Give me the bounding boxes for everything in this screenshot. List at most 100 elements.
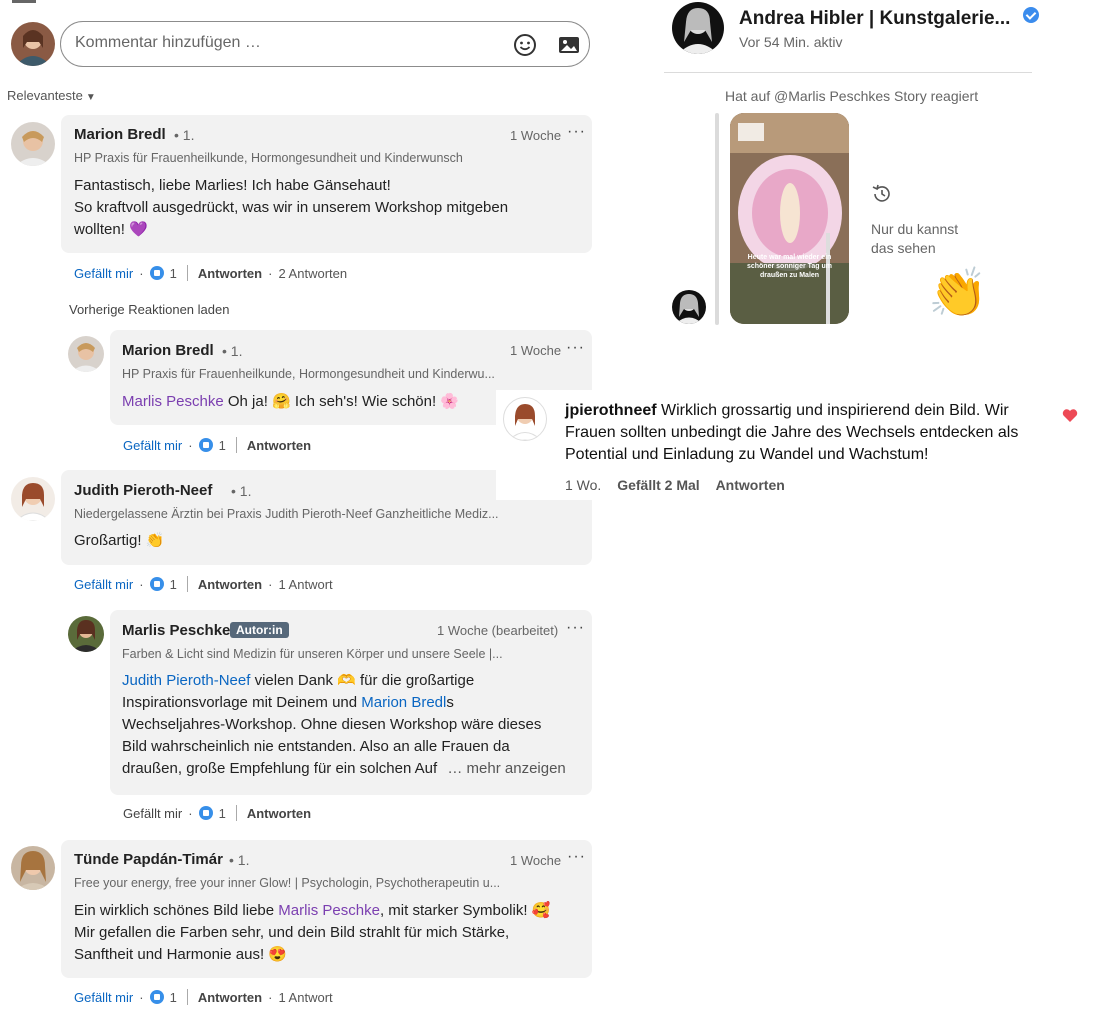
reply-card: Marlis Peschke Autor:in 1 Woche (bearbei… [110,610,592,795]
like-reaction-icon [198,438,213,452]
profile-photo-icon [15,131,51,166]
divider [235,805,237,821]
profile-photo-icon [71,343,101,372]
like-count[interactable]: 1 [170,577,177,592]
comment-time: 1 Woche (bearbeitet) [437,623,559,638]
more-options-icon[interactable]: ··· [567,848,586,866]
story-image [730,113,849,324]
reply-button[interactable]: Antworten [198,577,262,592]
commenter-name[interactable]: Marion Bredl [122,342,214,359]
mention-link[interactable]: Marion Bredl [361,694,446,711]
commenter-name[interactable]: Marion Bredl [74,126,166,143]
comment-input[interactable] [73,33,497,53]
chat-header: Andrea Hibler | Kunstgalerie... [739,7,1039,30]
comment-card: Tünde Papdán-Timár • 1. 1 Woche ··· Free… [61,840,592,978]
comment-text: Ein wirklich schönes Bild liebe Marlis P… [74,902,551,963]
comment-time: 1 Woche [510,343,562,358]
reply-button[interactable]: Antworten [247,438,311,453]
divider [235,437,237,453]
author-badge: Autor:in [230,622,289,638]
more-options-icon[interactable]: ··· [567,123,586,141]
history-icon [870,182,894,211]
like-button[interactable]: Gefällt mir [74,577,133,592]
ig-username[interactable]: jpierothneef [565,402,657,419]
profile-photo-icon [675,294,703,324]
mention-link[interactable]: Marlis Peschke [278,902,380,919]
commenter-name[interactable]: Judith Pieroth-Neef [74,482,212,499]
like-reaction-icon [149,577,164,591]
comment-text: Marlis Peschke Oh ja! 🤗 Ich seh's! Wie s… [122,393,460,410]
replies-count[interactable]: 1 Antwort [278,990,332,1005]
like-button[interactable]: Gefällt mir [123,806,182,821]
image-icon[interactable] [557,33,581,57]
like-reaction-icon [149,990,164,1004]
reply-button[interactable]: Antworten [198,266,262,281]
show-more-link[interactable]: … mehr anzeigen [447,760,565,777]
commenter-name[interactable]: Tünde Papdán-Timár [74,851,223,868]
avatar[interactable] [68,616,104,652]
connection-degree: • 1. [229,852,250,868]
like-count[interactable]: 1 [170,266,177,281]
heart-icon[interactable] [1062,408,1078,428]
story-reaction-label: Hat auf @Marlis Peschkes Story reagiert [725,88,979,104]
ig-commenter-avatar[interactable] [503,397,547,441]
comment-actions: Gefällt mir · 1 Antworten [123,437,312,453]
reply-button[interactable]: Antworten [247,806,311,821]
ig-comment-meta: 1 Wo. Gefällt 2 Mal Antworten [565,477,785,493]
profile-photo-icon [15,30,51,66]
sender-avatar[interactable] [672,290,706,324]
avatar[interactable] [11,846,55,890]
comment-actions: Gefällt mir · 1 Antworten · 2 Antworten [74,265,348,281]
like-count[interactable]: 1 [219,438,226,453]
profile-photo-icon [71,620,101,652]
comment-actions: Gefällt mir · 1 Antworten · 1 Antwort [74,989,333,1005]
clapping-hands-emoji: 👏 [928,267,988,320]
replies-count[interactable]: 2 Antworten [278,266,347,281]
commenter-headline: Niedergelassene Ärztin bei Praxis Judith… [74,507,499,521]
profile-photo-icon [678,8,718,54]
mention-link[interactable]: Marlis Peschke [122,393,224,410]
connection-degree: • 1. [222,343,243,359]
emoji-icon[interactable] [513,33,537,57]
replies-count[interactable]: 1 Antwort [278,577,332,592]
comment-actions: Gefällt mir · 1 Antworten · 1 Antwort [74,576,333,592]
sort-dropdown[interactable]: Relevanteste ▼ [7,88,96,103]
comment-time: 1 Woche [510,128,562,143]
comment-card: Marion Bredl • 1. 1 Woche ··· HP Praxis … [61,115,592,253]
comment-text: Großartig! 👏 [74,532,165,549]
divider [186,989,188,1005]
visibility-note: Nur du kannst das sehen [871,221,959,256]
profile-photo-icon [15,483,51,521]
sort-label: Relevanteste [7,88,83,103]
ig-reply-button[interactable]: Antworten [716,477,785,493]
more-options-icon[interactable]: ··· [566,339,585,357]
like-button[interactable]: Gefällt mir [74,990,133,1005]
like-button[interactable]: Gefällt mir [74,266,133,281]
divider [186,576,188,592]
like-count[interactable]: 1 [170,990,177,1005]
avatar[interactable] [11,477,55,521]
comment-time: 1 Woche [510,853,562,868]
mention-link[interactable]: Judith Pieroth-Neef [122,672,250,689]
avatar[interactable] [11,122,55,166]
avatar[interactable] [68,336,104,372]
reply-bar [715,113,719,325]
commenter-headline: HP Praxis für Frauenheilkunde, Hormonges… [74,151,463,165]
like-count[interactable]: 1 [219,806,226,821]
load-previous-replies[interactable]: Vorherige Reaktionen laden [69,302,229,317]
comment-text: Fantastisch, liebe Marlies! Ich habe Gän… [74,177,509,238]
comment-text: Judith Pieroth-Neef vielen Dank 🫶 für di… [122,672,566,777]
more-options-icon[interactable]: ··· [566,619,585,637]
like-button[interactable]: Gefällt mir [123,438,182,453]
reply-button[interactable]: Antworten [198,990,262,1005]
ig-comment-time: 1 Wo. [565,477,602,493]
commenter-headline: Farben & Licht sind Medizin für unseren … [122,647,503,661]
connection-degree: • 1. [174,127,195,143]
chat-avatar[interactable] [672,2,724,54]
verified-badge-icon [1022,7,1039,23]
story-thumbnail[interactable]: Heute war mal wieder ein schöner sonnige… [730,113,849,324]
commenter-name[interactable]: Marlis Peschke [122,622,230,639]
comment-input-box[interactable] [60,21,590,67]
chat-name[interactable]: Andrea Hibler | Kunstgalerie... [739,8,1010,29]
ig-likes-count[interactable]: Gefällt 2 Mal [617,477,699,493]
